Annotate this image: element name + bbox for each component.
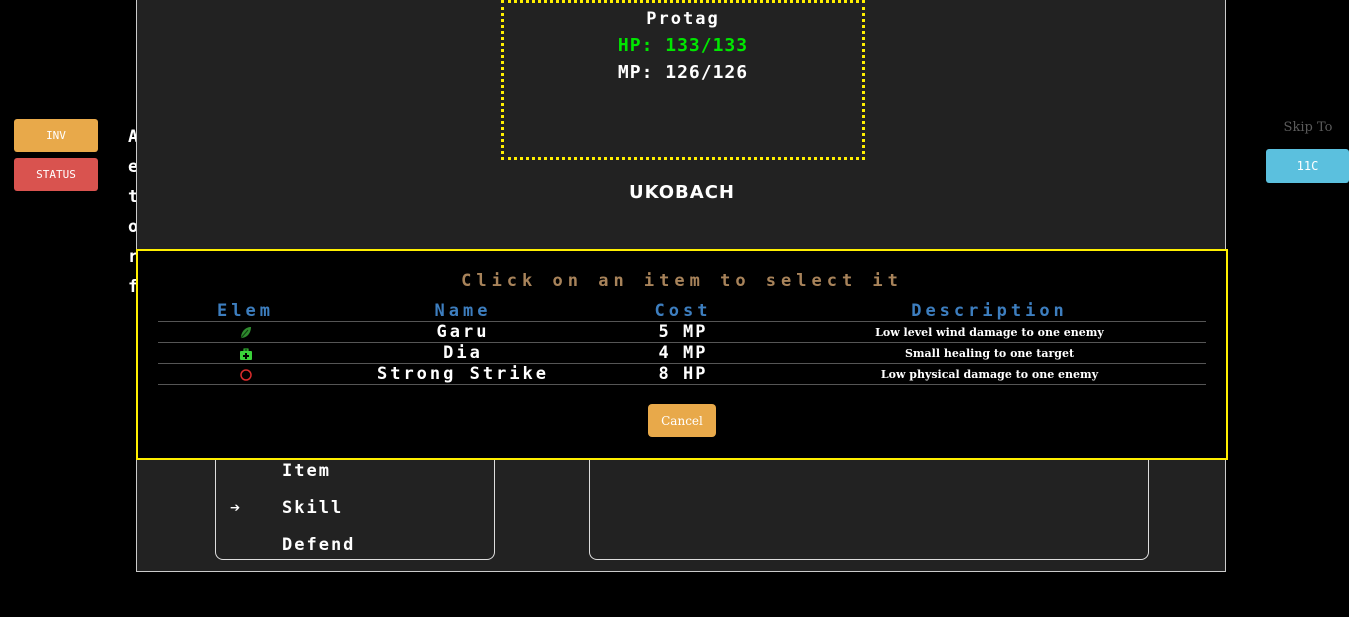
command-skill[interactable]: Skill xyxy=(282,498,343,518)
skill-cost: 8 HP xyxy=(593,363,773,385)
player-name: Protag xyxy=(646,9,720,29)
cancel-button[interactable]: Cancel xyxy=(648,404,716,437)
skill-name: Garu xyxy=(333,321,593,343)
header-name: Name xyxy=(333,301,593,322)
enemy-name[interactable]: UKOBACH xyxy=(137,182,1227,203)
leaf-icon xyxy=(240,327,251,339)
medkit-icon xyxy=(239,348,252,360)
player-hp: HP: 133/133 xyxy=(617,35,749,56)
skill-row[interactable]: Garu 5 MP Low level wind damage to one e… xyxy=(158,321,1206,343)
skill-elem-cell xyxy=(158,342,333,364)
circle-icon xyxy=(239,369,252,381)
player-status-box: Protag HP: 133/133 MP: 126/126 xyxy=(501,0,865,160)
command-defend[interactable]: Defend xyxy=(282,535,355,555)
skill-table: Elem Name Cost Description Garu 5 MP Low… xyxy=(158,301,1206,385)
header-cost: Cost xyxy=(593,301,773,322)
skill-row[interactable]: Strong Strike 8 HP Low physical damage t… xyxy=(158,363,1206,385)
skip-to-label: Skip To xyxy=(1283,120,1333,135)
skill-name: Dia xyxy=(333,342,593,364)
selection-arrow-icon: ➔ xyxy=(230,498,241,518)
header-elem: Elem xyxy=(158,301,333,322)
command-item[interactable]: Item xyxy=(282,461,331,481)
skill-description: Small healing to one target xyxy=(773,342,1206,364)
modal-title: Click on an item to select it xyxy=(461,271,903,291)
skill-elem-cell xyxy=(158,321,333,343)
skill-description: Low physical damage to one enemy xyxy=(773,363,1206,385)
skip-to-button[interactable]: 11C xyxy=(1266,149,1349,183)
skill-description: Low level wind damage to one enemy xyxy=(773,321,1206,343)
skill-select-modal: Click on an item to select it Elem Name … xyxy=(136,249,1228,460)
skill-cost: 5 MP xyxy=(593,321,773,343)
status-button[interactable]: STATUS xyxy=(14,158,98,191)
skill-row[interactable]: Dia 4 MP Small healing to one target xyxy=(158,342,1206,364)
battle-log-box xyxy=(589,455,1149,560)
skill-elem-cell xyxy=(158,363,333,385)
table-header-row: Elem Name Cost Description xyxy=(158,301,1206,322)
skill-cost: 4 MP xyxy=(593,342,773,364)
inv-button[interactable]: INV xyxy=(14,119,98,152)
header-description: Description xyxy=(773,301,1206,322)
skill-name: Strong Strike xyxy=(333,363,593,385)
player-mp: MP: 126/126 xyxy=(617,62,749,83)
command-menu: ➔ Item Skill Defend xyxy=(215,455,495,560)
